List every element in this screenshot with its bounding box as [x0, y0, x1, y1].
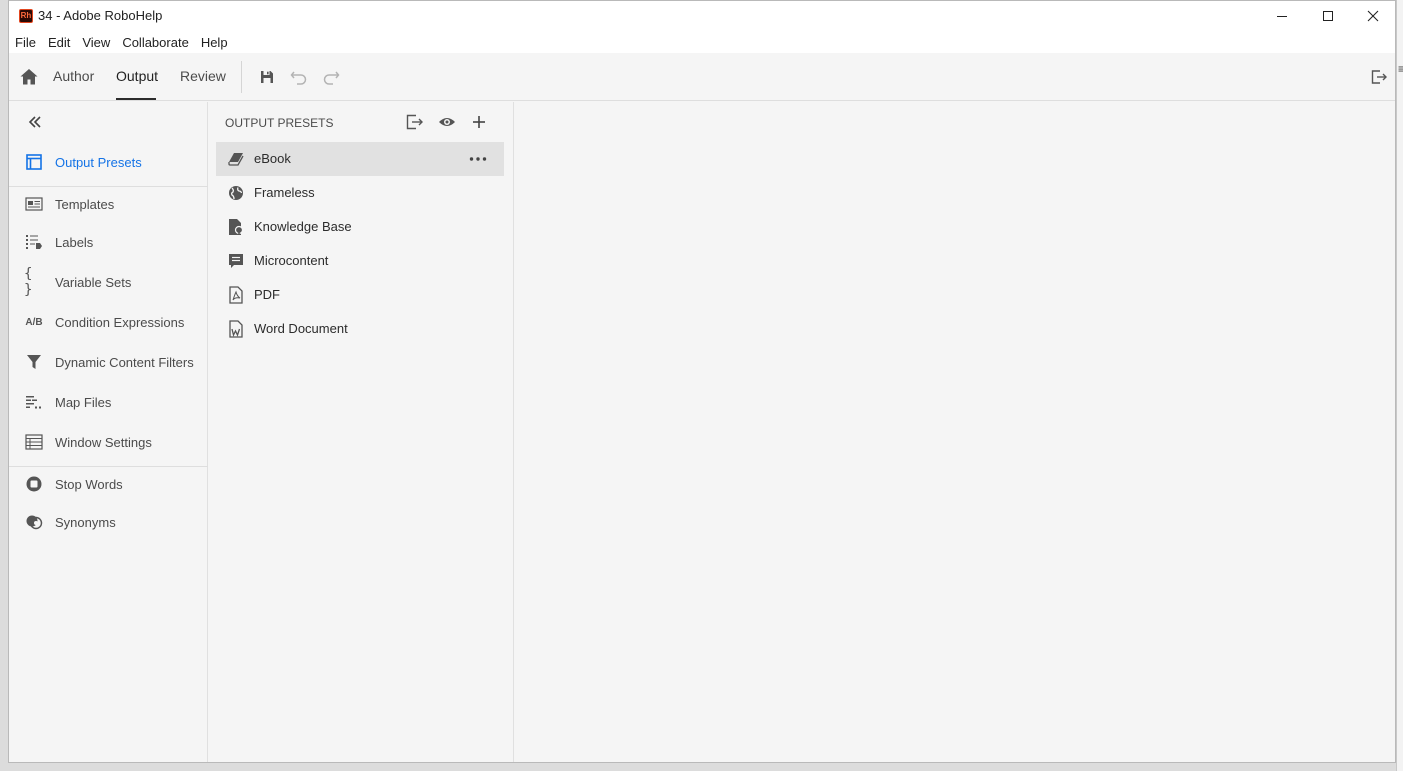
- menu-edit[interactable]: Edit: [48, 35, 70, 50]
- templates-icon: [24, 194, 44, 214]
- more-icon: [469, 157, 487, 161]
- sidebar-item-dynamic-content-filters[interactable]: Dynamic Content Filters: [9, 344, 208, 380]
- preset-label: PDF: [254, 287, 280, 302]
- sidebar-item-label: Synonyms: [55, 514, 116, 530]
- sidebar-item-output-presets[interactable]: Output Presets: [9, 144, 208, 180]
- home-icon[interactable]: [19, 67, 39, 87]
- undo-button[interactable]: [289, 67, 309, 87]
- app-logo-icon: Rh: [19, 9, 33, 23]
- variable-sets-icon: { }: [24, 266, 33, 298]
- preview-button[interactable]: [437, 112, 457, 132]
- preset-label: Knowledge Base: [254, 219, 352, 234]
- eye-icon: [439, 118, 455, 126]
- preset-label: Microcontent: [254, 253, 329, 268]
- sidebar-item-label: Variable Sets: [55, 274, 132, 290]
- microcontent-icon: [227, 252, 245, 270]
- sidebar-item-label: Templates: [55, 196, 115, 212]
- output-presets-panel: OUTPUT PRESETS eBook Frameless Knowledge…: [208, 102, 514, 762]
- preset-item-word-document[interactable]: Word Document: [216, 312, 504, 346]
- preset-label: Word Document: [254, 321, 348, 336]
- labels-icon: [24, 232, 44, 252]
- redo-button[interactable]: [321, 67, 341, 87]
- menu-collaborate[interactable]: Collaborate: [122, 35, 189, 50]
- sidebar-item-label: Dynamic Content Filters: [55, 354, 194, 370]
- more-options-button[interactable]: [468, 149, 488, 169]
- condition-expressions-icon: A/B: [25, 316, 43, 328]
- tab-output[interactable]: Output: [116, 68, 158, 84]
- exit-icon: [1371, 70, 1387, 84]
- preset-item-pdf[interactable]: PDF: [216, 278, 504, 312]
- panel-title: OUTPUT PRESETS: [225, 116, 334, 130]
- ebook-icon: [227, 150, 245, 168]
- menu-view[interactable]: View: [82, 35, 110, 50]
- close-button[interactable]: [1350, 1, 1395, 31]
- preset-settings-area: [515, 102, 1395, 762]
- undo-icon: [290, 71, 307, 85]
- collapse-sidebar-button[interactable]: [25, 112, 45, 132]
- tab-author[interactable]: Author: [53, 68, 94, 84]
- preset-label: Frameless: [254, 185, 315, 200]
- minimize-icon: [1277, 16, 1287, 17]
- export-preset-button[interactable]: [405, 112, 425, 132]
- preset-item-knowledge-base[interactable]: Knowledge Base: [216, 210, 504, 244]
- tab-review[interactable]: Review: [180, 68, 226, 84]
- main-toolbar: Author Output Review: [9, 53, 1395, 101]
- sidebar-item-condition-expressions[interactable]: A/B Condition Expressions: [9, 304, 208, 340]
- plus-icon: [473, 116, 485, 128]
- menu-bar: File Edit View Collaborate Help: [9, 31, 1395, 53]
- output-presets-icon: [24, 152, 44, 172]
- sidebar-item-label: Map Files: [55, 394, 112, 410]
- sidebar-item-map-files[interactable]: Map Files: [9, 384, 208, 420]
- preset-item-ebook[interactable]: eBook: [216, 142, 504, 176]
- sidebar-item-label: Stop Words: [55, 476, 123, 492]
- maximize-button[interactable]: [1305, 1, 1351, 31]
- pdf-icon: [227, 286, 245, 304]
- sidebar-item-label: Labels: [55, 234, 94, 250]
- sidebar-item-label: Window Settings: [55, 434, 152, 450]
- add-preset-button[interactable]: [469, 112, 489, 132]
- export-icon: [406, 114, 423, 130]
- exit-button[interactable]: [1369, 67, 1389, 87]
- background-window-edge: ≡: [1396, 0, 1403, 771]
- word-document-icon: [227, 320, 245, 338]
- sidebar-item-synonyms[interactable]: Synonyms: [9, 504, 208, 540]
- toolbar-divider: [241, 61, 242, 93]
- filter-icon: [24, 352, 44, 372]
- sidebar-item-stop-words[interactable]: Stop Words: [9, 466, 208, 502]
- close-icon: [1367, 10, 1379, 22]
- preset-item-microcontent[interactable]: Microcontent: [216, 244, 504, 278]
- maximize-icon: [1323, 11, 1333, 21]
- sidebar-item-label: Output Presets: [55, 154, 142, 170]
- minimize-button[interactable]: [1259, 1, 1305, 31]
- synonyms-icon: [24, 512, 44, 532]
- save-icon: [261, 71, 273, 83]
- menu-file[interactable]: File: [15, 35, 36, 50]
- globe-icon: [227, 184, 245, 202]
- save-button[interactable]: [257, 67, 277, 87]
- double-chevron-left-icon: [28, 116, 41, 128]
- title-bar: Rh 34 - Adobe RoboHelp: [9, 1, 1395, 31]
- stop-words-icon: [24, 474, 44, 494]
- sidebar-item-variable-sets[interactable]: { } Variable Sets: [9, 264, 208, 300]
- sidebar-item-labels[interactable]: Labels: [9, 224, 208, 260]
- preset-label: eBook: [254, 151, 291, 166]
- redo-icon: [323, 71, 340, 85]
- menu-help[interactable]: Help: [201, 35, 228, 50]
- preset-item-frameless[interactable]: Frameless: [216, 176, 504, 210]
- output-sidebar: Output Presets Templates Labels { } Vari…: [9, 102, 208, 762]
- sidebar-item-window-settings[interactable]: Window Settings: [9, 424, 208, 460]
- knowledge-base-icon: [227, 218, 245, 236]
- sidebar-item-templates[interactable]: Templates: [9, 186, 208, 222]
- robohelp-window: Rh 34 - Adobe RoboHelp File Edit View Co…: [8, 0, 1396, 763]
- sidebar-item-label: Condition Expressions: [55, 314, 185, 330]
- window-title: 34 - Adobe RoboHelp: [38, 8, 163, 23]
- window-settings-icon: [24, 432, 44, 452]
- map-files-icon: [24, 392, 44, 412]
- active-tab-indicator: [116, 98, 156, 100]
